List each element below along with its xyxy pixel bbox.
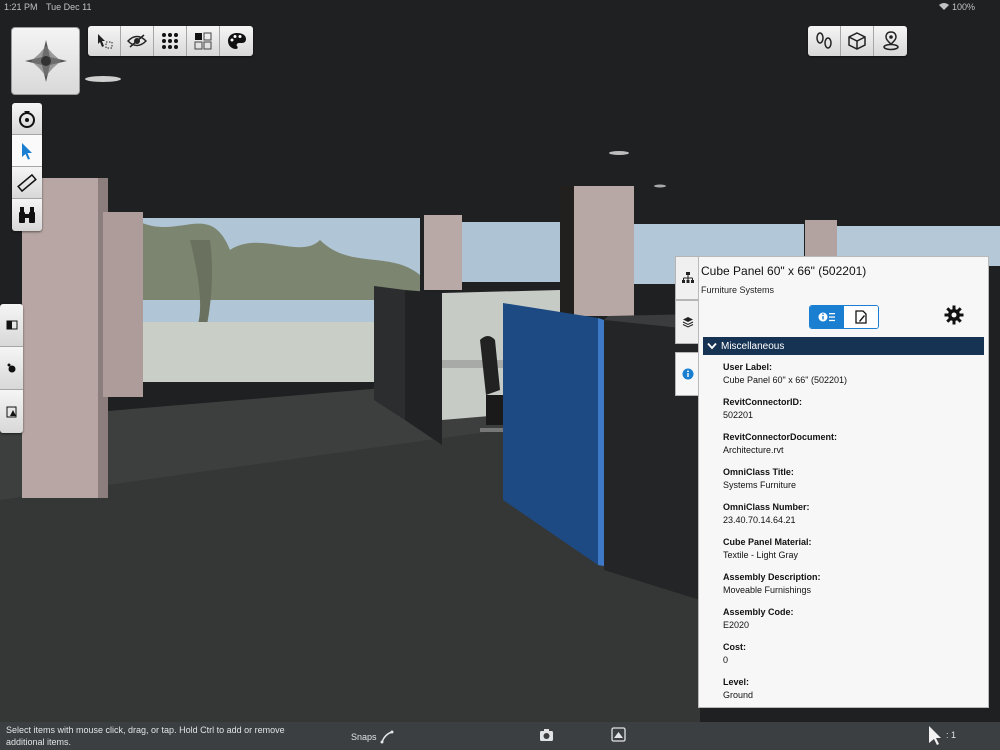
selection-filter-icon xyxy=(98,34,113,49)
appearance-button[interactable] xyxy=(220,26,253,56)
snaps-toggle[interactable]: Snaps xyxy=(351,730,394,744)
bottom-status-bar: Select items with mouse click, drag, or … xyxy=(0,722,1000,750)
property-value: 0 xyxy=(723,655,729,665)
snaps-label: Snaps xyxy=(351,732,377,742)
ios-status-bar: 1:21 PM Tue Dec 11 100% xyxy=(0,0,1000,14)
sheet-icon xyxy=(6,406,16,417)
location-pin-icon xyxy=(882,31,899,51)
layers-icon xyxy=(682,317,693,328)
select-button[interactable] xyxy=(12,135,42,167)
property-row: Cost: 0 xyxy=(723,641,973,676)
info-icon xyxy=(682,368,693,380)
cube-icon xyxy=(848,32,866,50)
chevron-down-icon xyxy=(707,342,717,350)
property-key: Cost: xyxy=(723,642,746,652)
orbit-button[interactable] xyxy=(12,103,42,135)
sheet-button[interactable] xyxy=(0,390,23,433)
hierarchy-icon xyxy=(681,272,694,283)
top-right-toolbar xyxy=(808,26,907,56)
measure-button[interactable] xyxy=(12,167,42,199)
property-list: User Label: Cube Panel 60" x 66" (502201)… xyxy=(723,361,973,711)
property-row: User Label: Cube Panel 60" x 66" (502201) xyxy=(723,361,973,396)
section-header-miscellaneous[interactable]: Miscellaneous xyxy=(703,337,984,355)
property-key: RevitConnectorID: xyxy=(723,397,803,407)
hide-eye-icon xyxy=(127,34,147,48)
section-box-icon xyxy=(6,320,17,330)
property-key: Assembly Description: xyxy=(723,572,821,582)
hide-button[interactable] xyxy=(121,26,154,56)
document-icon xyxy=(855,310,867,324)
section-box-button[interactable] xyxy=(0,304,23,347)
property-row: RevitConnectorDocument: Architecture.rvt xyxy=(723,431,973,466)
camera-settings-icon[interactable] xyxy=(539,728,554,743)
property-row: OmniClass Title: Systems Furniture xyxy=(723,466,973,501)
section-title: Miscellaneous xyxy=(721,340,785,352)
footsteps-icon xyxy=(816,32,832,49)
property-key: RevitConnectorDocument: xyxy=(723,432,838,442)
property-key: User Label: xyxy=(723,362,773,372)
document-toggle[interactable] xyxy=(844,306,878,328)
property-key: Assembly Code: xyxy=(723,607,794,617)
property-value: Architecture.rvt xyxy=(723,445,784,455)
info-list-icon xyxy=(818,312,835,322)
compass-icon xyxy=(24,40,67,82)
property-row: OmniClass Number: 23.40.70.14.64.21 xyxy=(723,501,973,536)
tab-layers[interactable] xyxy=(675,300,699,344)
measure-ruler-icon xyxy=(17,173,37,192)
model-cube-button[interactable] xyxy=(841,26,874,56)
status-date: Tue Dec 11 xyxy=(46,2,92,12)
property-key: Level: xyxy=(723,677,750,687)
select-arrow-icon xyxy=(22,142,32,159)
wifi-icon xyxy=(938,2,950,13)
view-cube-compass-button[interactable] xyxy=(11,27,80,95)
panel-subtitle: Furniture Systems xyxy=(701,285,775,295)
selection-hint: Select items with mouse click, drag, or … xyxy=(6,725,285,747)
property-row: Level: Ground xyxy=(723,676,973,711)
tiles-icon xyxy=(194,32,212,50)
location-button[interactable] xyxy=(874,26,907,56)
property-row: RevitConnectorID: 502201 xyxy=(723,396,973,431)
panel-title: Cube Panel 60" x 66" (502201) xyxy=(701,264,867,278)
property-value: Moveable Furnishings xyxy=(723,585,812,595)
navigation-tools xyxy=(12,103,42,231)
search-binoculars-button[interactable] xyxy=(12,199,42,231)
property-value: Textile - Light Gray xyxy=(723,550,799,560)
grid-button[interactable] xyxy=(154,26,187,56)
tab-model-tree[interactable] xyxy=(675,256,699,300)
selection-count: : 1 xyxy=(946,730,957,740)
property-key: OmniClass Title: xyxy=(723,467,794,477)
property-value: Ground xyxy=(723,690,754,700)
viewpoint-icon[interactable] xyxy=(611,727,626,742)
tiles-button[interactable] xyxy=(187,26,220,56)
status-time: 1:21 PM xyxy=(4,2,38,12)
markup-icon xyxy=(7,363,15,373)
walk-button[interactable] xyxy=(808,26,841,56)
property-value: Systems Furniture xyxy=(723,480,797,490)
selection-filter-button[interactable] xyxy=(88,26,121,56)
tab-properties[interactable] xyxy=(675,352,699,396)
grid-dots-icon xyxy=(162,33,178,49)
property-value: E2020 xyxy=(723,620,750,630)
property-row: Assembly Code: E2020 xyxy=(723,606,973,641)
orbit-icon xyxy=(19,110,35,128)
markup-button[interactable] xyxy=(0,347,23,390)
status-battery: 100% xyxy=(952,2,976,12)
top-toolbar xyxy=(88,26,253,56)
property-key: OmniClass Number: xyxy=(723,502,810,512)
binoculars-icon xyxy=(19,207,35,223)
info-list-toggle[interactable] xyxy=(810,306,844,328)
selection-cursor-icon xyxy=(929,726,941,745)
side-tools xyxy=(0,304,23,433)
property-value: 502201 xyxy=(723,410,754,420)
palette-icon xyxy=(227,33,246,49)
snap-icon xyxy=(380,730,394,744)
property-value: 23.40.70.14.64.21 xyxy=(723,515,796,525)
property-row: Assembly Description: Moveable Furnishing… xyxy=(723,571,973,606)
property-value: Cube Panel 60" x 66" (502201) xyxy=(723,375,847,385)
settings-gear-icon[interactable] xyxy=(944,305,964,325)
property-row: Cube Panel Material: Textile - Light Gray xyxy=(723,536,973,571)
properties-panel: Cube Panel 60" x 66" (502201) Furniture … xyxy=(698,256,989,708)
view-toggle xyxy=(809,305,879,329)
property-key: Cube Panel Material: xyxy=(723,537,812,547)
